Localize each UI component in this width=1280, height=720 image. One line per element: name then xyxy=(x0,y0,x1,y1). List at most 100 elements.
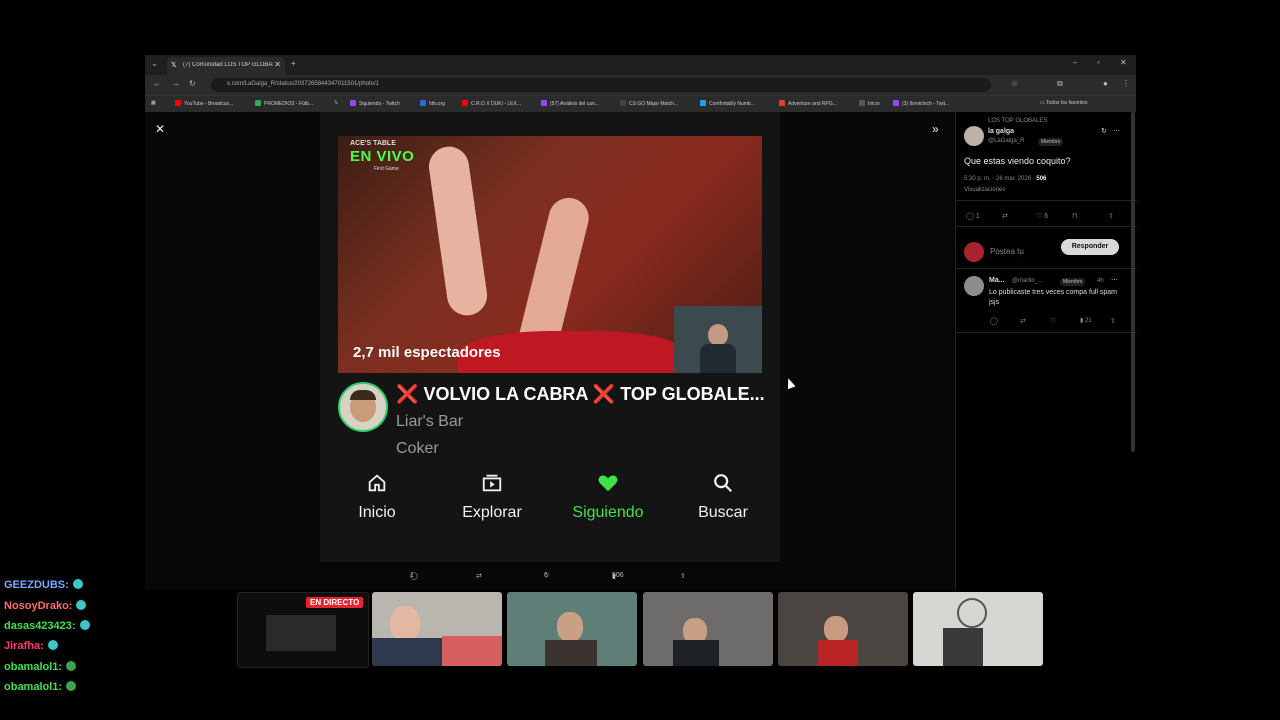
chat-line: GEEZDUBS: xyxy=(4,579,83,591)
share-icon[interactable]: ⇧ xyxy=(1110,317,1116,325)
like-action[interactable]: ♡ 6 xyxy=(1036,212,1048,220)
bookmark-item[interactable]: Comfortably Numb... xyxy=(700,100,755,107)
nav-siguiendo[interactable]: Siguiendo xyxy=(553,472,663,522)
thumb-content xyxy=(824,616,848,642)
toolbar: ← → ↻ x.com/LaGalga_R/status/20372658443… xyxy=(145,75,1136,95)
bookmark-item[interactable]: PROMEDIOS - Fútb... xyxy=(255,100,313,107)
stream-video[interactable]: ACE'S TABLE EN VIVO First Game 2,7 mil e… xyxy=(338,136,762,373)
profile-icon[interactable]: ● xyxy=(1103,79,1108,88)
url-text: x.com/LaGalga_R/status/20372658443470115… xyxy=(227,81,380,87)
user-avatar[interactable] xyxy=(964,242,984,262)
bookmark-item[interactable]: Inicio xyxy=(859,100,880,107)
refresh-icon[interactable]: ↻ xyxy=(1101,127,1107,135)
bookmark-item[interactable]: (3) Ilorvichich - Twit... xyxy=(893,100,949,107)
retweet-icon: ⇄ xyxy=(476,573,482,580)
nav-explorar[interactable]: Explorar xyxy=(437,472,547,522)
reply-author-name[interactable]: Ma... xyxy=(989,277,1005,284)
thumb-content xyxy=(943,628,983,666)
tab-close-icon[interactable]: ✕ xyxy=(274,60,281,69)
forward-icon[interactable]: → xyxy=(172,79,180,88)
new-tab-icon[interactable]: + xyxy=(291,59,296,68)
retweet-icon[interactable]: ⇄ xyxy=(1002,212,1008,220)
reply-icon[interactable]: ◯ xyxy=(990,317,998,325)
divider xyxy=(956,226,1137,227)
chat-line: Jirafha: xyxy=(4,640,58,652)
menu-icon[interactable]: ⋮ xyxy=(1122,79,1130,88)
thumb-logo xyxy=(957,598,987,628)
bookmark-favicon xyxy=(541,100,547,106)
bookmark-favicon xyxy=(620,100,626,106)
streamer-avatar[interactable] xyxy=(338,382,388,432)
views-action[interactable]: ▮ 21 xyxy=(1080,317,1092,324)
cam-thumbnail xyxy=(913,592,1043,666)
more-icon[interactable]: ⋯ xyxy=(1113,127,1120,135)
chat-badge-icon xyxy=(47,640,58,650)
nav-label: Siguiendo xyxy=(572,504,644,521)
live-badge: EN VIVO xyxy=(350,148,415,165)
nav-inicio[interactable]: Inicio xyxy=(322,472,432,522)
nav-buscar[interactable]: Buscar xyxy=(668,472,778,522)
reply-author-avatar[interactable] xyxy=(964,276,984,296)
bookmark-favicon xyxy=(255,100,261,106)
scrollbar[interactable] xyxy=(1131,112,1135,452)
community-name[interactable]: LOS TOP GLOBALES xyxy=(988,118,1047,124)
thumb-content xyxy=(442,636,502,666)
en-directo-badge: EN DIRECTO xyxy=(306,597,364,608)
webcam-person xyxy=(708,324,728,346)
share-icon[interactable]: ⇧ xyxy=(1108,212,1114,220)
chat-badge-icon xyxy=(76,600,87,610)
chat-badge-icon xyxy=(72,579,83,589)
back-icon[interactable]: ← xyxy=(153,79,161,88)
nav-label: Explorar xyxy=(462,504,522,521)
author-handle[interactable]: @LaGalga_R xyxy=(988,138,1024,144)
close-icon[interactable]: ✕ xyxy=(155,122,165,136)
reload-icon[interactable]: ↻ xyxy=(189,79,196,88)
member-badge: Miembro xyxy=(1060,278,1086,286)
reply-input[interactable]: Postea tu respuesta xyxy=(990,246,1058,260)
reply-author-handle[interactable]: @martin_... xyxy=(1012,278,1043,284)
cam-thumbnail xyxy=(507,592,637,666)
extensions-icon[interactable]: ⧉ xyxy=(1057,79,1063,89)
webcam-person xyxy=(700,344,736,373)
bookmark-icon[interactable]: ⊓ xyxy=(1072,212,1077,220)
bookmark-item[interactable]: CS:GO Major Match... xyxy=(620,100,678,107)
author-name[interactable]: la galga xyxy=(988,128,1014,135)
bookmark-item[interactable]: YouTube - Broadcas... xyxy=(175,100,233,107)
reply-time: 4h xyxy=(1097,278,1104,284)
stream-title[interactable]: ❌ VOLVIO LA CABRA ❌ TOP GLOBALE... xyxy=(396,384,765,405)
like-icon[interactable]: ♡ xyxy=(1050,317,1056,325)
maximize-button[interactable]: ▫ xyxy=(1097,58,1100,67)
apps-icon[interactable]: ▦ xyxy=(151,100,156,106)
bookmark-favicon xyxy=(893,100,899,106)
nav-label: Inicio xyxy=(358,504,396,521)
author-avatar[interactable] xyxy=(964,126,984,146)
retweet-icon[interactable]: ⇄ xyxy=(1020,317,1026,325)
next-icon[interactable]: » xyxy=(932,122,939,136)
bookmark-item[interactable]: Siguiendo - Twitch xyxy=(350,100,400,107)
bookmark-item[interactable]: hltv.org xyxy=(420,100,445,107)
address-bar[interactable]: x.com/LaGalga_R/status/20372658443470115… xyxy=(211,78,991,92)
more-icon[interactable]: ⋯ xyxy=(1111,276,1118,284)
reply-button[interactable]: Responder xyxy=(1061,239,1119,255)
bookmark-item[interactable]: 𝕏 xyxy=(334,100,338,106)
bookmarks-bar: ▦ YouTube - Broadcas... PROMEDIOS - Fútb… xyxy=(145,95,1136,112)
x-emoji-icon: ❌ xyxy=(592,384,616,404)
bookmark-item[interactable]: (57) Análisis del can... xyxy=(541,100,599,107)
bookmark-item[interactable]: Adventure and RPG... xyxy=(779,100,837,107)
tab-search-icon[interactable]: ⌄ xyxy=(151,59,158,68)
tweet-timestamp: 5:30 p. m. · 26 mar. 2026 · 506 xyxy=(964,176,1047,182)
x-emoji-icon: ❌ xyxy=(396,384,419,404)
all-bookmarks[interactable]: ▭ Todos los favoritos xyxy=(1040,100,1087,106)
tab-active[interactable]: 𝕏 (7) Comunidad LOS TOP GLOBALES ✕ xyxy=(167,57,285,75)
minimize-button[interactable]: – xyxy=(1073,58,1077,67)
bookmark-item[interactable]: C.R.O X DUKI - LEX... xyxy=(462,100,521,107)
streamer-name[interactable]: Coker xyxy=(396,440,439,458)
browser-window: ⌄ 𝕏 (7) Comunidad LOS TOP GLOBALES ✕ + –… xyxy=(145,55,1137,590)
close-window-button[interactable]: ✕ xyxy=(1120,58,1127,67)
like-icon: ♡ xyxy=(1036,213,1043,220)
thumb-content xyxy=(818,640,858,666)
bookmark-favicon xyxy=(700,100,706,106)
bookmark-star-icon[interactable]: ☆ xyxy=(1011,79,1018,88)
reply-action[interactable]: ◯ 1 xyxy=(966,212,980,220)
game-name[interactable]: Liar's Bar xyxy=(396,413,463,431)
